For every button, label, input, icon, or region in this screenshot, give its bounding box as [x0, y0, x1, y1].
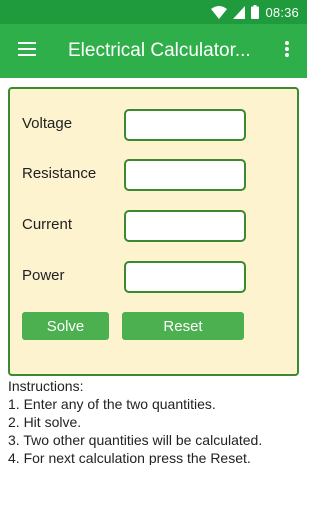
- app-bar: Electrical Calculator...: [0, 24, 307, 78]
- resistance-row: Resistance: [22, 159, 248, 191]
- instruction-step: 4. For next calculation press the Reset.: [8, 450, 251, 465]
- hamburger-menu-icon: [18, 41, 36, 61]
- overflow-menu-button[interactable]: [275, 24, 299, 78]
- resistance-label: Resistance: [22, 165, 97, 182]
- status-time: 08:36: [265, 4, 299, 20]
- wifi-icon: [211, 5, 228, 19]
- reset-button[interactable]: Reset: [122, 312, 244, 340]
- voltage-label: Voltage: [22, 115, 73, 132]
- power-input[interactable]: [124, 261, 246, 293]
- instructions-heading: Instructions:: [8, 378, 84, 394]
- solve-button[interactable]: Solve: [22, 312, 109, 340]
- app-title: Electrical Calculator...: [68, 40, 251, 61]
- menu-button[interactable]: [0, 24, 54, 78]
- status-bar: 08:36: [0, 0, 307, 24]
- instructions: Instructions: 1. Enter any of the two qu…: [8, 377, 303, 465]
- voltage-input[interactable]: [124, 109, 246, 141]
- power-label: Power: [22, 267, 65, 284]
- battery-icon: [251, 5, 260, 19]
- voltage-row: Voltage: [22, 109, 248, 141]
- current-label: Current: [22, 216, 73, 233]
- calculator-form: Voltage Resistance Current Power Solve R…: [8, 87, 299, 376]
- power-row: Power: [22, 261, 248, 293]
- current-row: Current: [22, 210, 248, 242]
- instruction-step: 1. Enter any of the two quantities.: [8, 396, 216, 412]
- signal-icon: [233, 5, 246, 19]
- more-vertical-icon: [285, 40, 289, 62]
- instruction-step: 2. Hit solve.: [8, 414, 82, 430]
- resistance-input[interactable]: [124, 159, 246, 191]
- current-input[interactable]: [124, 210, 246, 242]
- instruction-step: 3. Two other quantities will be calculat…: [8, 432, 263, 448]
